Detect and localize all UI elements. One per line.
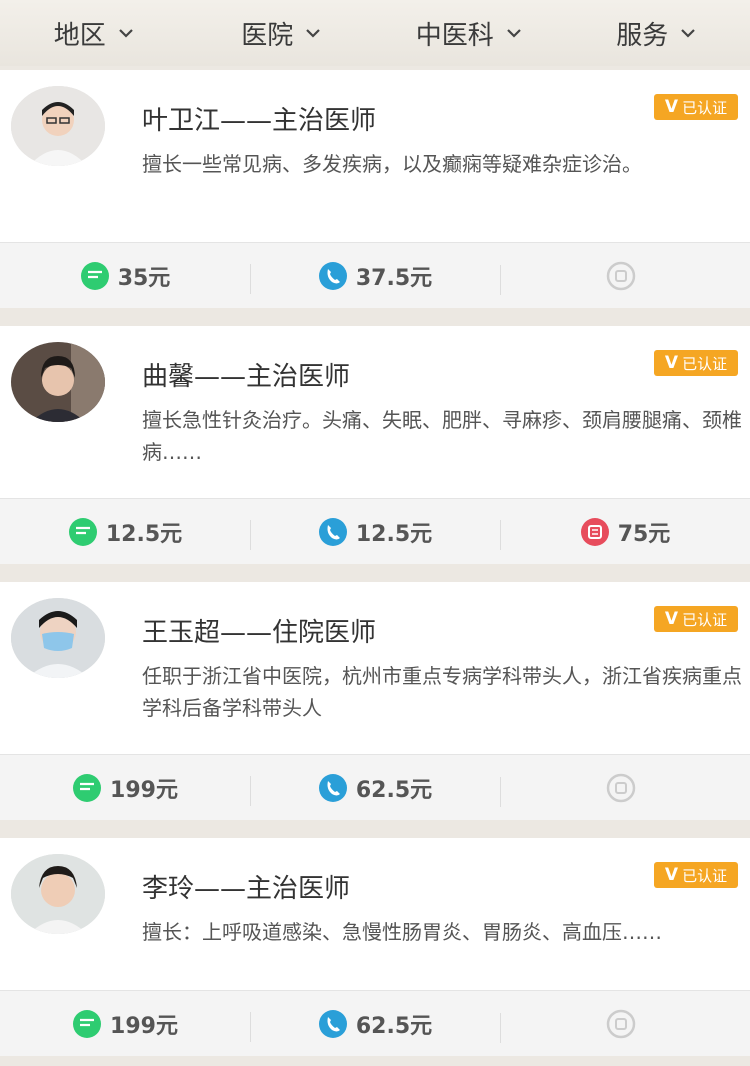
doctor-description: 任职于浙江省中医院，杭州市重点专病学科带头人，浙江省疾病重点学科后备学科带头人 [142, 664, 742, 720]
chat-icon [73, 773, 102, 802]
avatar [11, 854, 105, 934]
phone-icon [318, 1009, 347, 1038]
chat-icon [73, 1009, 102, 1038]
chevron-down-icon [118, 29, 133, 38]
doctor-description: 擅长急性针灸治疗。头痛、失眠、肥胖、寻麻疹、颈肩腰腿痛、颈椎病…… [142, 408, 742, 464]
doctor-name: 叶卫江——主治医师 [142, 106, 377, 136]
phone-consult-button[interactable]: 37.5元 [250, 260, 500, 294]
video-consult-price: 75元 [617, 521, 671, 547]
text-consult-price: 12.5元 [105, 521, 183, 547]
text-consult-price: 199元 [110, 1013, 178, 1039]
chat-icon [80, 261, 109, 290]
text-consult-price: 35元 [117, 265, 171, 291]
video-icon [606, 261, 636, 290]
doctor-card[interactable]: 李玲——主治医师 V 已认证 擅长：上呼吸道感染、急慢性肠胃炎、胃肠炎、高血压……… [0, 838, 750, 1056]
video-consult-button[interactable] [500, 773, 750, 807]
avatar [11, 598, 105, 678]
text-consult-button[interactable]: 35元 [0, 260, 250, 292]
chat-icon [68, 517, 97, 546]
filter-hospital[interactable]: 医院 [188, 15, 376, 52]
filter-hospital-label: 医院 [241, 20, 294, 51]
phone-consult-price: 37.5元 [355, 265, 433, 291]
avatar [11, 86, 105, 166]
phone-consult-button[interactable]: 12.5元 [250, 516, 500, 550]
phone-icon [318, 261, 347, 290]
video-icon [606, 1009, 636, 1038]
text-consult-button[interactable]: 199元 [0, 1008, 250, 1040]
avatar [11, 342, 105, 422]
verified-label: 已认证 [682, 98, 728, 117]
filter-region-label: 地区 [53, 20, 106, 51]
filter-department[interactable]: 中医科 [375, 15, 563, 52]
text-consult-button[interactable]: 199元 [0, 772, 250, 804]
verified-badge: V 已认证 [654, 862, 738, 888]
doctor-name: 王玉超——住院医师 [142, 618, 377, 648]
video-consult-button[interactable] [500, 261, 750, 295]
price-bar: 199元 62.5元 [0, 754, 750, 820]
chevron-down-icon [681, 29, 696, 38]
verified-icon: V [664, 97, 679, 117]
video-consult-button[interactable] [500, 1009, 750, 1043]
doctor-description: 擅长一些常见病、多发疾病，以及癫痫等疑难杂症诊治。 [142, 152, 642, 176]
verified-badge: V 已认证 [654, 94, 738, 120]
verified-icon: V [664, 865, 679, 885]
doctor-description: 擅长：上呼吸道感染、急慢性肠胃炎、胃肠炎、高血压…… [142, 920, 662, 944]
doctor-card[interactable]: 王玉超——住院医师 V 已认证 任职于浙江省中医院，杭州市重点专病学科带头人，浙江… [0, 582, 750, 820]
chevron-down-icon [306, 29, 321, 38]
phone-consult-price: 12.5元 [355, 521, 433, 547]
video-icon [606, 773, 636, 802]
doctor-name: 李玲——主治医师 [142, 874, 351, 904]
price-bar: 199元 62.5元 [0, 990, 750, 1056]
verified-icon: V [664, 609, 679, 629]
chevron-down-icon [506, 29, 521, 38]
verified-badge: V 已认证 [654, 606, 738, 632]
verified-label: 已认证 [682, 866, 728, 885]
verified-icon: V [664, 353, 679, 373]
verified-badge: V 已认证 [654, 350, 738, 376]
filter-service-label: 服务 [616, 20, 669, 51]
phone-consult-price: 62.5元 [355, 777, 433, 803]
phone-consult-button[interactable]: 62.5元 [250, 772, 500, 806]
filter-department-label: 中医科 [415, 20, 494, 51]
phone-icon [318, 773, 347, 802]
phone-consult-price: 62.5元 [355, 1013, 433, 1039]
text-consult-price: 199元 [110, 777, 178, 803]
verified-label: 已认证 [682, 354, 728, 373]
doctor-name: 曲馨——主治医师 [142, 362, 351, 392]
filter-region[interactable]: 地区 [0, 15, 188, 52]
verified-label: 已认证 [682, 610, 728, 629]
video-consult-button[interactable]: 75元 [500, 516, 750, 550]
filter-service[interactable]: 服务 [563, 15, 750, 52]
doctor-card[interactable]: 叶卫江——主治医师 V 已认证 擅长一些常见病、多发疾病，以及癫痫等疑难杂症诊治。… [0, 70, 750, 308]
phone-icon [318, 517, 347, 546]
doctor-card[interactable]: 曲馨——主治医师 V 已认证 擅长急性针灸治疗。头痛、失眠、肥胖、寻麻疹、颈肩腰腿… [0, 326, 750, 564]
video-icon [580, 517, 609, 546]
filter-bar: 地区 医院 中医科 服务 [0, 0, 750, 66]
text-consult-button[interactable]: 12.5元 [0, 516, 250, 548]
price-bar: 12.5元 12.5元 75元 [0, 498, 750, 564]
phone-consult-button[interactable]: 62.5元 [250, 1008, 500, 1042]
price-bar: 35元 37.5元 [0, 242, 750, 308]
